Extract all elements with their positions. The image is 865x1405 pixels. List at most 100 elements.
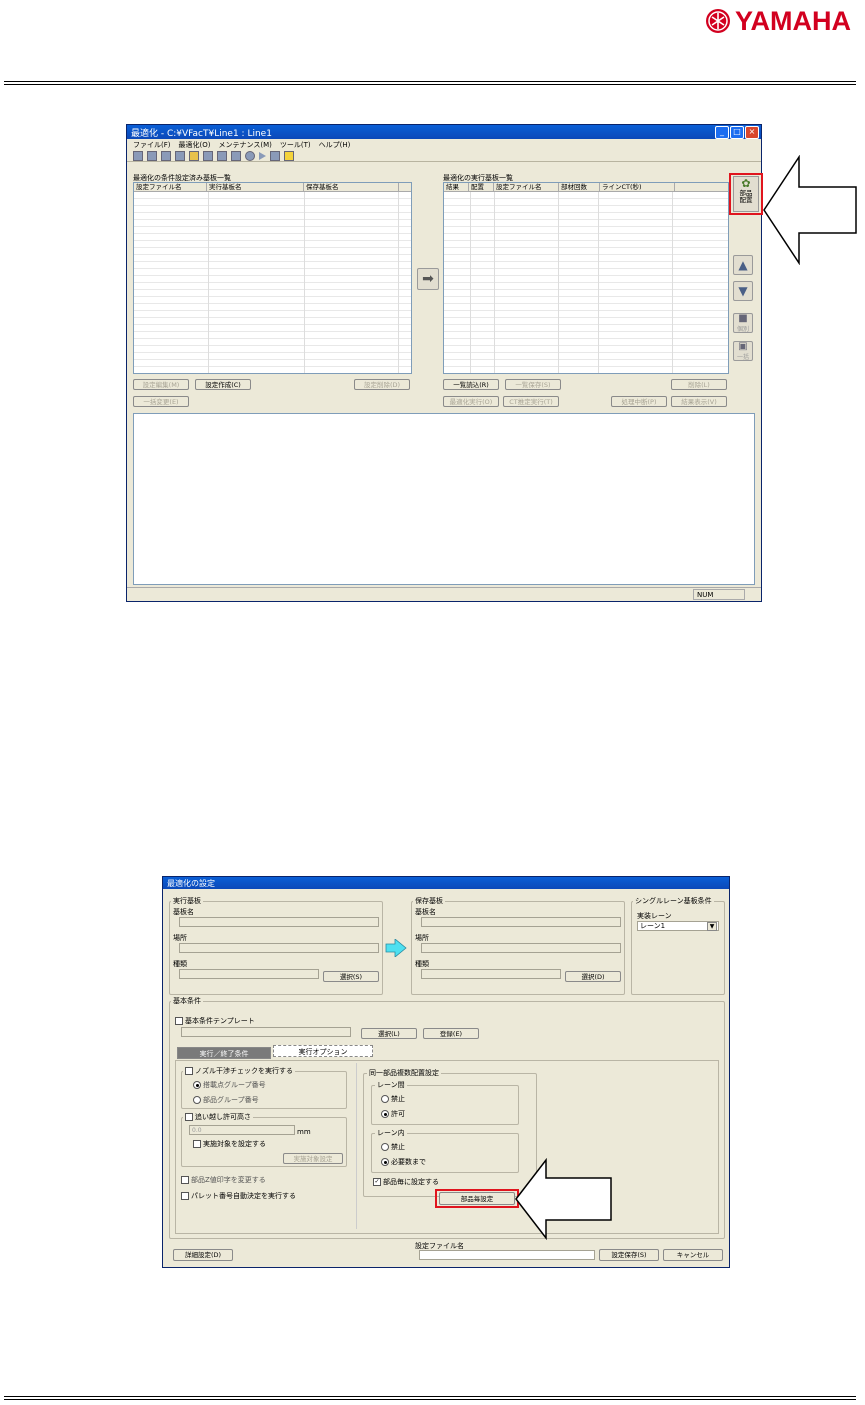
menu-help[interactable]: ヘルプ(H) [319, 140, 351, 150]
menu-tools[interactable]: ツール(T) [280, 140, 311, 150]
exec-board-name-label: 基板名 [173, 908, 194, 916]
cancel-button[interactable]: キャンセル [663, 1249, 723, 1261]
within-prohibit-radio[interactable]: 禁止 [381, 1142, 405, 1152]
column-header[interactable]: 保存基板名 [304, 183, 399, 191]
change-z-checkbox[interactable]: 部品Z値印字を変更する [181, 1175, 266, 1185]
nozzle-opt1-radio[interactable]: 搭載点グループ番号 [193, 1080, 266, 1090]
exec-board-title: 実行基板 [171, 896, 203, 906]
multi-placement-title: 同一部品複数配置設定 [367, 1068, 441, 1078]
stop-icon[interactable] [270, 150, 280, 161]
set-target-checkbox[interactable]: 実施対象を設定する [193, 1139, 266, 1149]
paste-icon[interactable] [175, 150, 185, 161]
assign-label-2: 配置 [739, 196, 753, 204]
show-result-button[interactable]: 結果表示(V) [671, 396, 727, 407]
column-header[interactable]: ラインCT(秒) [600, 183, 675, 191]
within-needed-radio[interactable]: 必要数まで [381, 1157, 426, 1167]
column-header[interactable]: 結果 [444, 183, 469, 191]
per-part-checkbox[interactable]: ✓ 部品毎に設定する [373, 1177, 439, 1187]
num-lock-indicator: NUM [693, 589, 745, 600]
copy-arrow-icon[interactable] [385, 939, 407, 957]
nozzle-checkbox[interactable]: ノズル干渉チェックを実行する [183, 1066, 295, 1076]
column-header[interactable]: 配置 [469, 183, 494, 191]
window-title: 最適化 - C:¥VFacT¥Line1 : Line1 [131, 128, 272, 139]
allowance-label: 追い越し許可高さ [195, 1113, 251, 1121]
close-button[interactable]: × [745, 126, 759, 139]
between-allow-radio[interactable]: 許可 [381, 1109, 405, 1119]
load-list-button[interactable]: 一覧読込(R) [443, 379, 499, 390]
add-to-run-list-button[interactable]: ➡ [417, 268, 439, 290]
save-board-name-field [421, 917, 621, 927]
column-header[interactable]: 設定ファイル名 [494, 183, 559, 191]
play-icon[interactable] [259, 151, 266, 160]
edit-settings-button[interactable]: 設定編集(M) [133, 379, 189, 390]
minimize-button[interactable]: _ [715, 126, 729, 139]
template-register-button[interactable]: 登録(E) [423, 1028, 479, 1039]
move-down-button[interactable]: ▼ [733, 281, 753, 301]
assign-parts-button[interactable]: ✿ 部品 配置 [733, 176, 759, 212]
nozzle-opt2-radio[interactable]: 部品グループ番号 [193, 1095, 259, 1105]
tab-exec-end[interactable]: 実行／終了条件 [177, 1047, 271, 1059]
open-folder-icon[interactable] [189, 150, 199, 161]
menu-maintenance[interactable]: メンテナンス(M) [218, 140, 271, 150]
within-lane-title: レーン内 [375, 1128, 407, 1138]
menu-optimize[interactable]: 最適化(O) [179, 140, 211, 150]
template-label: 基本条件テンプレート [185, 1017, 255, 1025]
ct-estimate-button[interactable]: CT推定実行(T) [503, 396, 559, 407]
dialog-titlebar: 最適化の設定 [163, 877, 729, 889]
allowance-checkbox[interactable]: 追い越し許可高さ [183, 1112, 253, 1122]
save-list-button[interactable]: 一覧保存(S) [505, 379, 561, 390]
pallet-auto-checkbox[interactable]: パレット番号自動決定を実行する [181, 1191, 296, 1201]
individual-button[interactable]: ■ 個別 [733, 313, 753, 333]
column-header[interactable]: 設定ファイル名 [134, 183, 207, 191]
lane-select[interactable]: レーン1 ▼ [637, 921, 719, 931]
between-prohibit-radio[interactable]: 禁止 [381, 1094, 405, 1104]
chevron-down-icon: ▼ [738, 284, 748, 298]
filename-input[interactable] [419, 1250, 595, 1260]
delete-settings-button[interactable]: 設定削除(D) [354, 379, 410, 390]
new-icon[interactable] [133, 150, 143, 161]
menu-file[interactable]: ファイル(F) [133, 140, 171, 150]
save-icon[interactable] [203, 150, 213, 161]
save-board-name-label: 基板名 [415, 908, 436, 916]
tab-exec-option[interactable]: 実行オプション [273, 1045, 373, 1057]
copy-icon[interactable] [161, 150, 171, 161]
within-prohibit-label: 禁止 [391, 1143, 405, 1151]
target-settings-button[interactable]: 実施対象設定 [283, 1153, 343, 1164]
print-icon[interactable] [231, 150, 241, 161]
template-select-button[interactable]: 選択(L) [361, 1028, 417, 1039]
dropdown-arrow-icon: ▼ [707, 921, 717, 931]
allowance-input[interactable]: 0.0 [189, 1125, 295, 1135]
save-settings-button[interactable]: 設定保存(S) [599, 1249, 659, 1261]
remove-button[interactable]: 削除(L) [671, 379, 727, 390]
between-prohibit-label: 禁止 [391, 1095, 405, 1103]
exec-board-name-field [179, 917, 379, 927]
per-part-settings-button[interactable]: 部品毎設定 [439, 1192, 515, 1205]
between-lanes-group [371, 1085, 519, 1125]
run-optimization-button[interactable]: 最適化実行(O) [443, 396, 499, 407]
output-log-area[interactable] [133, 413, 755, 585]
column-header[interactable]: 実行基板名 [207, 183, 304, 191]
detail-settings-button[interactable]: 詳細設定(D) [173, 1249, 233, 1261]
exec-select-button[interactable]: 選択(S) [323, 971, 379, 982]
record-icon[interactable] [245, 150, 255, 161]
batch-change-button[interactable]: 一括変更(E) [133, 396, 189, 407]
run-boards-list[interactable]: 結果 配置 設定ファイル名 部材回数 ラインCT(秒) [443, 182, 729, 374]
abort-button[interactable]: 処理中断(P) [611, 396, 667, 407]
help-icon[interactable] [284, 150, 294, 161]
yamaha-logo: YAMAHA [705, 6, 860, 36]
allowance-unit: mm [297, 1128, 311, 1136]
exec-type-field [179, 969, 319, 979]
save-as-icon[interactable] [217, 150, 227, 161]
create-settings-button[interactable]: 設定作成(C) [195, 379, 251, 390]
configured-boards-list[interactable]: 設定ファイル名 実行基板名 保存基板名 [133, 182, 412, 374]
column-header[interactable]: 部材回数 [559, 183, 600, 191]
arrow-right-icon: ➡ [422, 271, 434, 287]
template-checkbox[interactable]: 基本条件テンプレート [175, 1016, 255, 1026]
maximize-button[interactable]: □ [730, 126, 744, 139]
batch-side-button[interactable]: ▣ 一括 [733, 341, 753, 361]
between-allow-label: 許可 [391, 1110, 405, 1118]
edit-icon[interactable] [147, 150, 157, 161]
save-select-button[interactable]: 選択(D) [565, 971, 621, 982]
callout-arrow-left-icon [763, 155, 857, 265]
move-up-button[interactable]: ▲ [733, 255, 753, 275]
